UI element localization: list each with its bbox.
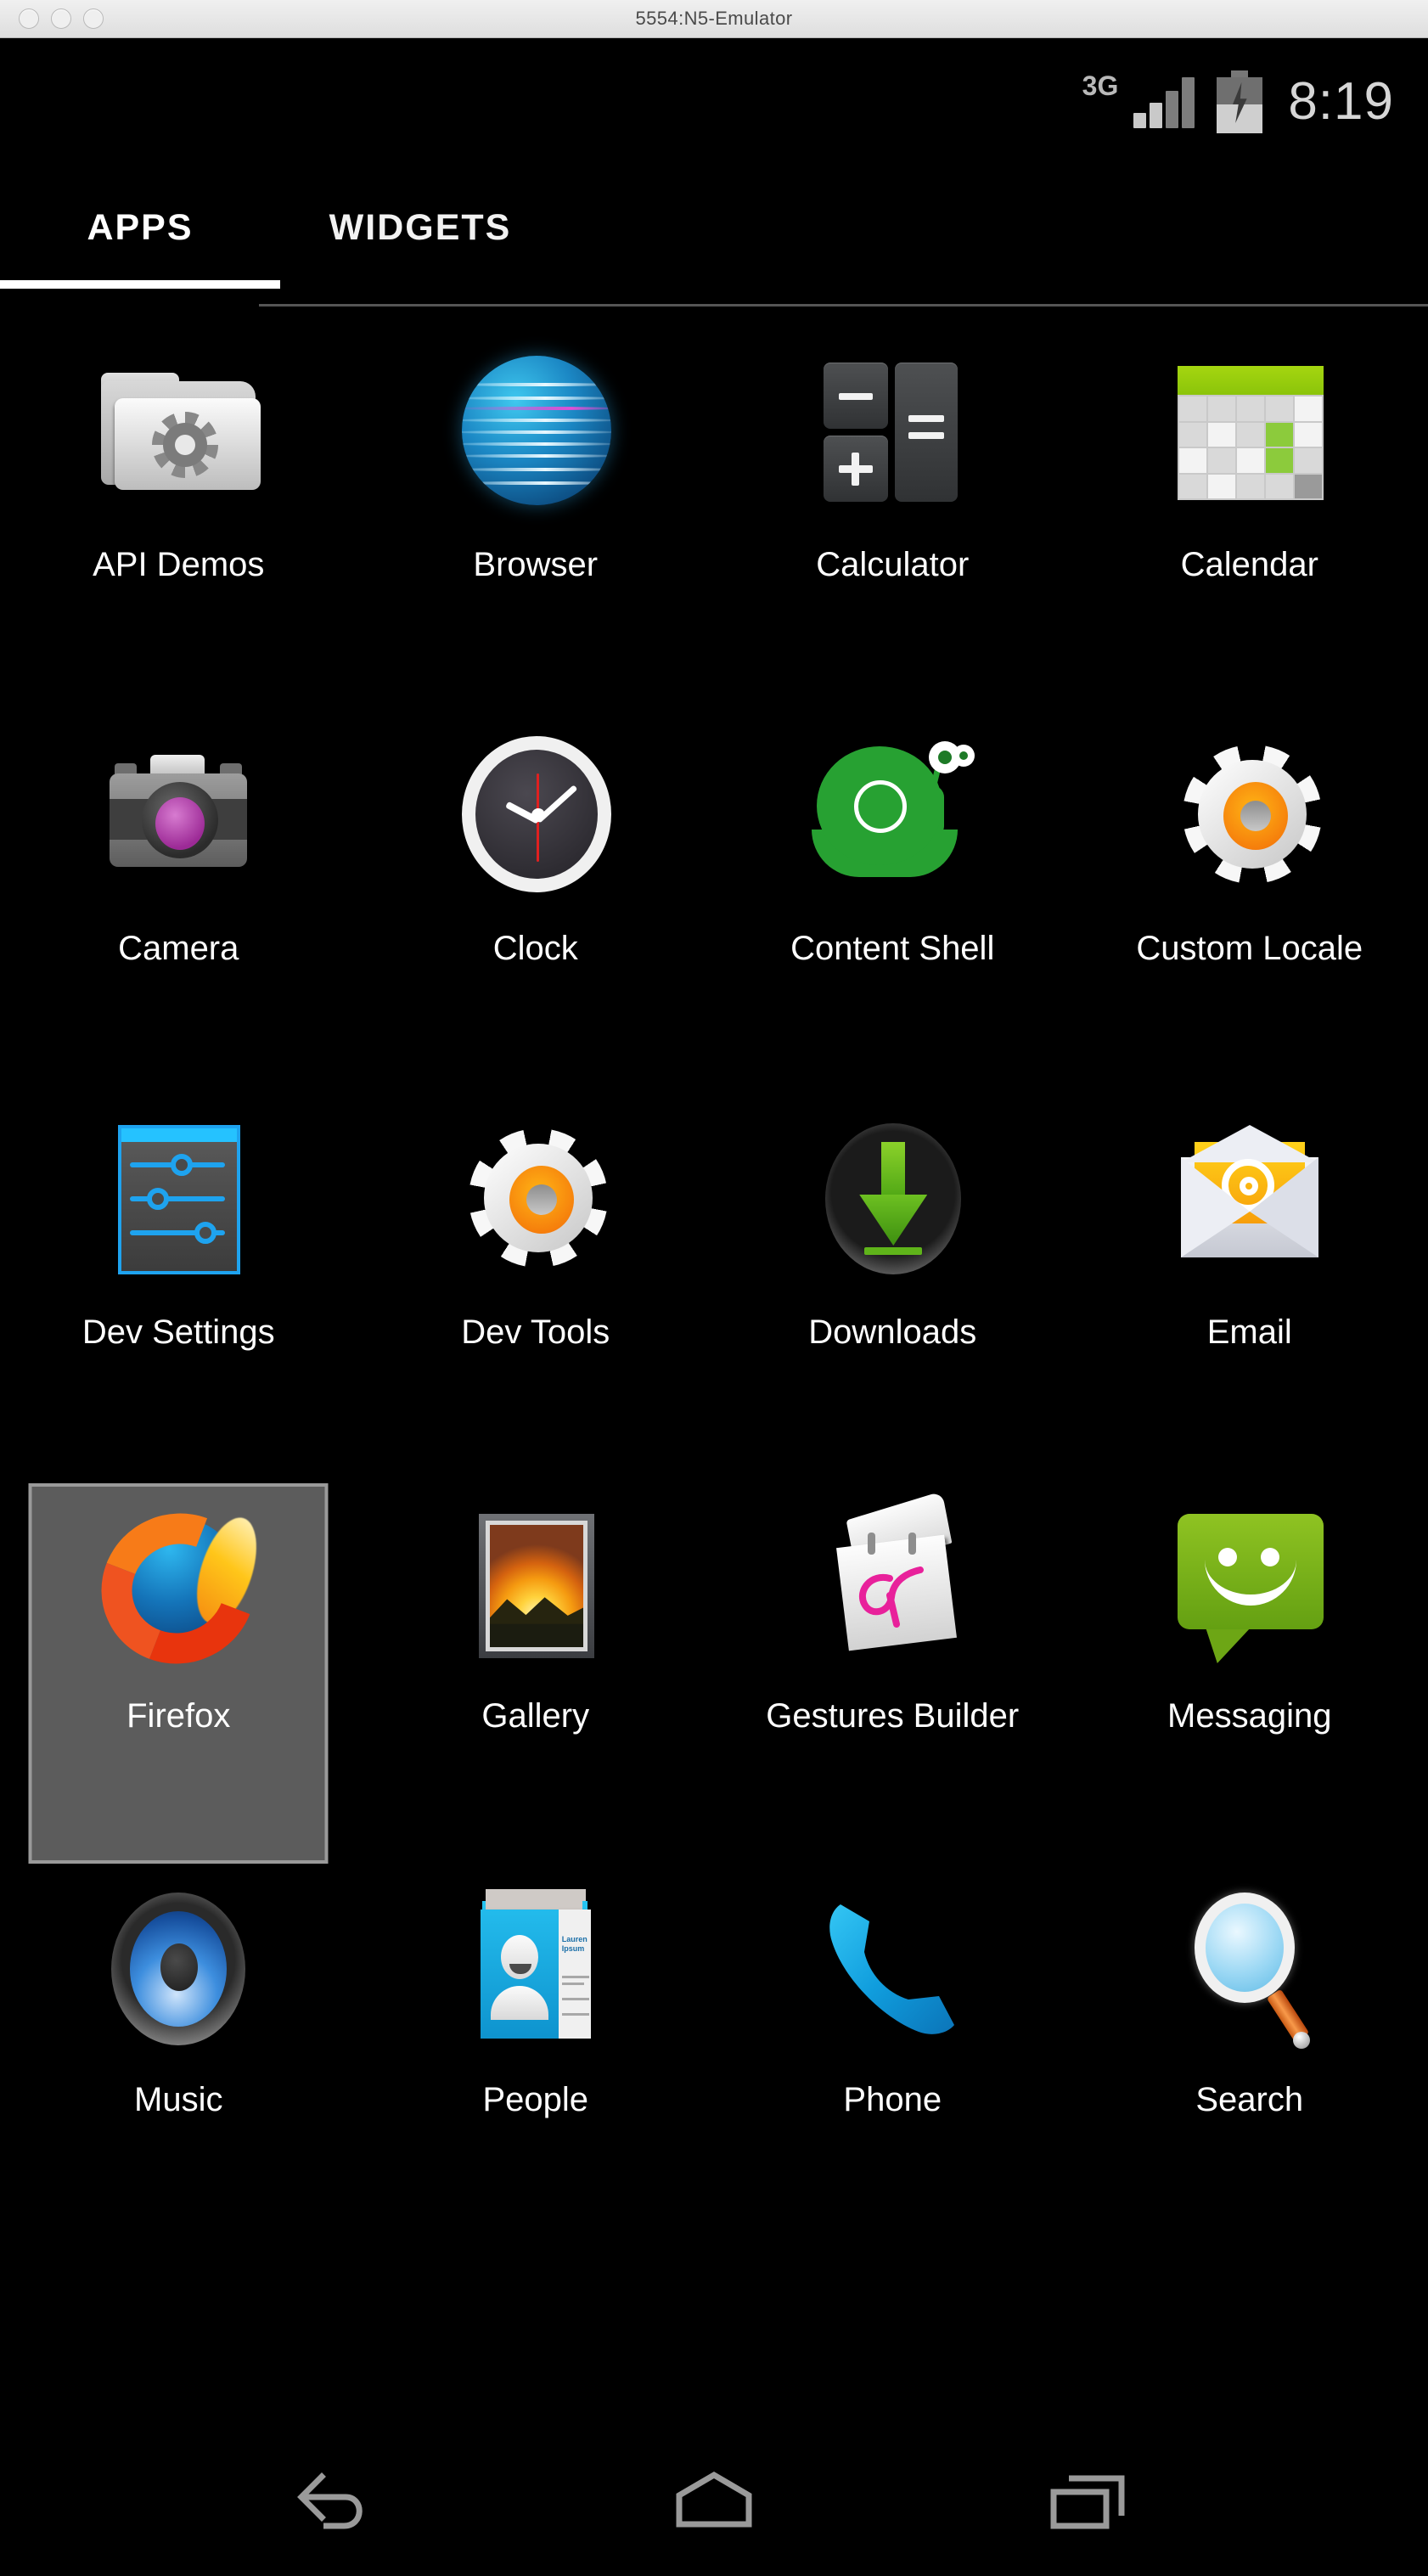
app-item-music[interactable]: Music <box>0 1857 357 2241</box>
app-item-clock[interactable]: Clock <box>357 706 715 1089</box>
contact-card-icon: Lauren Ipsum <box>447 1881 625 2059</box>
camera-icon <box>89 729 267 908</box>
app-item-messaging[interactable]: Messaging <box>1071 1473 1428 1857</box>
app-item-firefox[interactable]: Firefox <box>0 1473 357 1864</box>
app-item-downloads[interactable]: Downloads <box>714 1089 1071 1473</box>
app-item-calendar[interactable]: Calendar <box>1071 322 1428 706</box>
signal-strength-icon <box>1133 76 1195 128</box>
tab-widgets-indicator <box>280 280 560 289</box>
app-label: People <box>482 2081 589 2118</box>
recents-button[interactable] <box>1029 2455 1148 2549</box>
firefox-icon <box>77 1488 280 1689</box>
calculator-keys-icon <box>803 346 981 524</box>
gear-orange-icon <box>1161 729 1339 908</box>
navigation-bar <box>0 2428 1428 2576</box>
tab-apps[interactable]: APPS <box>0 181 280 289</box>
app-label: Dev Settings <box>82 1313 275 1351</box>
tab-widgets[interactable]: WIDGETS <box>280 181 560 289</box>
app-item-dev-tools[interactable]: Dev Tools <box>357 1089 715 1473</box>
app-label: Gestures Builder <box>766 1697 1020 1735</box>
folder-gear-icon <box>89 346 267 524</box>
home-icon <box>676 2471 752 2528</box>
window-title: 5554:N5-Emulator <box>635 8 793 29</box>
speaker-icon <box>89 1881 267 2059</box>
status-bar: 3G 8:19 <box>0 38 1428 166</box>
app-label: Downloads <box>808 1313 977 1351</box>
app-grid: API Demos Browser Calculator Calendar Ca… <box>0 307 1428 2241</box>
globe-icon <box>447 346 625 524</box>
download-arrow-icon <box>803 1113 981 1291</box>
app-item-phone[interactable]: Phone <box>714 1857 1071 2241</box>
app-item-gestures-builder[interactable]: Gestures Builder <box>714 1473 1071 1857</box>
network-type-label: 3G <box>1082 70 1119 101</box>
sliders-icon <box>89 1113 267 1291</box>
tab-bar: APPS WIDGETS <box>0 166 1428 304</box>
app-label: Calculator <box>816 546 970 583</box>
app-item-email[interactable]: Email <box>1071 1089 1428 1473</box>
app-item-search[interactable]: Search <box>1071 1857 1428 2241</box>
app-label: API Demos <box>93 546 265 583</box>
app-label: Email <box>1206 1313 1292 1351</box>
contact-name: Lauren Ipsum <box>561 1935 588 1953</box>
app-label: Search <box>1195 2081 1304 2118</box>
tab-apps-indicator <box>0 280 280 289</box>
home-button[interactable] <box>655 2455 773 2549</box>
calendar-grid-icon <box>1161 346 1339 524</box>
app-item-browser[interactable]: Browser <box>357 322 715 706</box>
app-label: Messaging <box>1167 1697 1332 1735</box>
analog-clock-icon <box>447 729 625 908</box>
recents-icon <box>1050 2475 1125 2529</box>
app-item-api-demos[interactable]: API Demos <box>0 322 357 706</box>
app-label: Camera <box>118 930 239 967</box>
app-item-people[interactable]: Lauren Ipsum People <box>357 1857 715 2241</box>
back-arrow-icon <box>297 2472 363 2529</box>
app-label: Custom Locale <box>1136 930 1363 967</box>
battery-charging-icon <box>1217 70 1263 133</box>
emulator-screen: 3G 8:19 APPS WIDGETS API Demos Browser C… <box>0 38 1428 2576</box>
app-item-custom-locale[interactable]: Custom Locale <box>1071 706 1428 1089</box>
app-item-gallery[interactable]: Gallery <box>357 1473 715 1857</box>
app-label: Clock <box>492 930 578 967</box>
app-label: Content Shell <box>790 930 995 967</box>
gesture-stroke-icon <box>859 1566 925 1628</box>
app-item-dev-settings[interactable]: Dev Settings <box>0 1089 357 1473</box>
app-label: Music <box>134 2081 223 2118</box>
tab-widgets-label: WIDGETS <box>329 207 512 248</box>
envelope-at-icon <box>1161 1113 1339 1291</box>
notepad-gesture-icon <box>803 1491 981 1675</box>
picture-frame-icon <box>447 1497 625 1675</box>
app-label: Calendar <box>1180 546 1318 583</box>
tab-apps-label: APPS <box>87 207 194 248</box>
magnifier-icon <box>1161 1881 1339 2059</box>
app-item-camera[interactable]: Camera <box>0 706 357 1089</box>
snail-icon <box>803 729 981 908</box>
app-label: Dev Tools <box>461 1313 610 1351</box>
app-label: Browser <box>473 546 599 583</box>
handset-icon <box>803 1881 981 2059</box>
app-item-content-shell[interactable]: Content Shell <box>714 706 1071 1089</box>
back-button[interactable] <box>280 2455 399 2549</box>
gear-orange-icon <box>447 1113 625 1291</box>
status-clock: 8:19 <box>1288 72 1394 131</box>
speech-bubble-icon <box>1161 1497 1339 1675</box>
app-label: Firefox <box>126 1697 231 1735</box>
app-item-calculator[interactable]: Calculator <box>714 322 1071 706</box>
app-label: Phone <box>843 2081 942 2118</box>
app-label: Gallery <box>481 1697 590 1735</box>
window-titlebar: 5554:N5-Emulator <box>0 0 1428 38</box>
